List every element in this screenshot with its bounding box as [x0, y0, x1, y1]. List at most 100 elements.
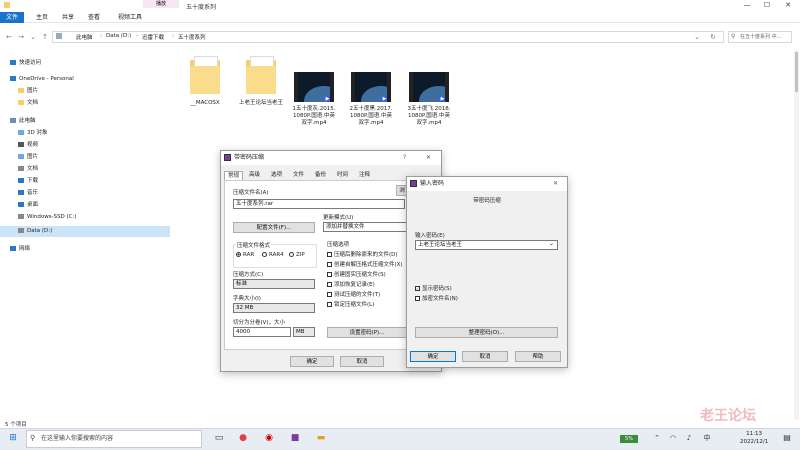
ok-button[interactable]: 确定 — [290, 356, 334, 367]
winrar-icon[interactable]: ■ — [288, 431, 302, 445]
close-button[interactable]: ✕ — [426, 151, 431, 165]
sidebar-item[interactable]: 此电脑 — [0, 116, 170, 127]
breadcrumb-xunlei[interactable]: 迅雷下载 — [142, 33, 164, 41]
cancel-button[interactable]: 取消 — [340, 356, 384, 367]
encrypt-names-checkbox[interactable]: 加密文件名(N) — [415, 294, 458, 302]
sidebar-item-label: 文档 — [27, 166, 39, 172]
play-icon: ▶ — [323, 95, 330, 102]
file-explorer-icon[interactable]: ▬ — [314, 431, 328, 445]
picture-icon — [18, 154, 24, 159]
update-mode-select[interactable]: 添加并替换文件 — [323, 222, 407, 232]
option-checkbox[interactable]: 添加恢复记录(E) — [327, 280, 375, 288]
show-password-checkbox[interactable]: ✓ 显示密码(S) — [415, 284, 452, 292]
sidebar-item[interactable]: 快速访问 — [0, 58, 170, 69]
password-ok-button[interactable]: 确定 — [410, 351, 456, 362]
close-button[interactable]: ✕ — [781, 0, 795, 10]
task-view-icon[interactable]: ▭ — [212, 431, 226, 445]
sidebar-item[interactable]: Data (D:) — [0, 226, 170, 237]
tab-files[interactable]: 文件 — [290, 171, 307, 180]
close-button[interactable]: ✕ — [553, 177, 558, 191]
option-checkbox[interactable]: 锁定压缩文件(L) — [327, 300, 374, 308]
tab-backup[interactable]: 备份 — [312, 171, 329, 180]
tab-share[interactable]: 共享 — [58, 12, 78, 23]
sidebar-item[interactable]: 视频 — [0, 140, 170, 151]
chevron-down-icon[interactable]: ⌄ — [549, 240, 554, 247]
maximize-button[interactable]: ☐ — [760, 0, 774, 10]
breadcrumb-current[interactable]: 五十度系列 — [178, 33, 206, 41]
update-mode-label: 更新模式(U) — [323, 215, 354, 221]
folder-item[interactable]: 上老王论坛当老王 — [239, 50, 283, 107]
dict-select[interactable]: 32 MB — [233, 303, 315, 313]
sidebar-item[interactable]: OneDrive - Personal — [0, 74, 170, 85]
tab-general[interactable]: 常规 — [224, 171, 244, 180]
scrollbar-thumb[interactable] — [795, 52, 798, 92]
taskbar-search-input[interactable]: 在这里输入你要搜索的内容 — [26, 430, 202, 448]
volume-icon[interactable]: ♪ — [682, 431, 696, 445]
sidebar-item[interactable]: 音乐 — [0, 188, 170, 199]
sidebar-item[interactable]: 桌面 — [0, 200, 170, 211]
format-radio-rar4[interactable]: RAR4 — [262, 252, 284, 258]
option-checkbox[interactable]: 创建自解压格式压缩文件(X) — [327, 260, 403, 268]
video-file-item[interactable]: ▶ 1五十度灰.2015.1080P.国语.中英双字.mp4 — [293, 50, 336, 127]
tab-comment[interactable]: 注释 — [356, 171, 373, 180]
breadcrumb-this-pc[interactable]: 此电脑 — [76, 33, 93, 41]
option-label: 添加恢复记录(E) — [334, 282, 375, 288]
battery-indicator[interactable]: 5% — [620, 435, 638, 443]
archive-name-field[interactable]: 五十度系列.rar — [233, 199, 405, 209]
recorder-icon[interactable]: ◉ — [262, 431, 276, 445]
refresh-icon[interactable]: ↻ — [708, 31, 718, 43]
download-icon — [18, 178, 24, 183]
tab-home[interactable]: 主页 — [32, 12, 52, 23]
split-size-input[interactable]: 4000 — [233, 327, 291, 337]
help-button[interactable]: ? — [403, 151, 406, 165]
profiles-button[interactable]: 配置文件(F)... — [233, 222, 315, 233]
sidebar-item[interactable]: 文档 — [0, 98, 170, 109]
address-dropdown-icon[interactable]: ⌄ — [692, 31, 702, 43]
tab-video-tools[interactable]: 视频工具 — [114, 12, 146, 23]
password-cancel-button[interactable]: 取消 — [462, 351, 508, 362]
tab-options[interactable]: 选项 — [268, 171, 285, 180]
sidebar-item[interactable]: 网络 — [0, 244, 170, 255]
tray-chevron-icon[interactable]: ⌃ — [650, 431, 664, 445]
format-radio-zip[interactable]: ZIP — [289, 252, 305, 258]
breadcrumb-data-drive[interactable]: Data (D:) — [106, 33, 131, 39]
sidebar-item[interactable]: Windows-SSD (C:) — [0, 212, 170, 223]
sidebar-item[interactable]: 图片 — [0, 86, 170, 97]
clock[interactable]: 11:13 2022/12/1 — [740, 430, 768, 446]
recent-chevron-icon[interactable]: ⌄ — [28, 31, 38, 43]
sidebar-item[interactable]: 图片 — [0, 152, 170, 163]
video-file-item[interactable]: ▶ 2五十度黑.2017.1080P.国语.中英双字.mp4 — [350, 50, 393, 127]
sidebar-item[interactable]: 下载 — [0, 176, 170, 187]
sidebar-item-label: 图片 — [27, 88, 39, 94]
tab-view[interactable]: 查看 — [84, 12, 104, 23]
sidebar-item[interactable]: 3D 对象 — [0, 128, 170, 139]
option-checkbox[interactable]: 创建固实压缩文件(S) — [327, 270, 386, 278]
format-radio-rar[interactable]: RAR — [236, 252, 254, 258]
set-password-button[interactable]: 设置密码(P)... — [327, 327, 407, 338]
password-help-button[interactable]: 帮助 — [515, 351, 561, 362]
split-unit-select[interactable]: MB — [293, 327, 315, 337]
search-input[interactable]: 在五十度系列 中... — [728, 31, 792, 43]
tab-file[interactable]: 文件 — [0, 12, 24, 23]
option-checkbox[interactable]: 测试压缩的文件(T) — [327, 290, 380, 298]
music-icon — [18, 190, 24, 195]
tab-time[interactable]: 时间 — [334, 171, 351, 180]
notification-icon[interactable]: ▤ — [780, 431, 794, 445]
forward-arrow-icon[interactable]: → — [16, 31, 26, 43]
windows-start-icon[interactable]: ⊞ — [6, 431, 20, 445]
chrome-icon[interactable]: ● — [236, 431, 250, 445]
method-select[interactable]: 标准 — [233, 279, 315, 289]
language-indicator[interactable]: 中 — [700, 431, 714, 445]
video-file-item[interactable]: ▶ 3五十度飞.2018.1080P.国语.中英双字.mp4 — [408, 50, 451, 127]
back-arrow-icon[interactable]: ← — [4, 31, 14, 43]
up-arrow-icon[interactable]: ↑ — [40, 31, 50, 43]
tab-advanced[interactable]: 高级 — [246, 171, 263, 180]
option-checkbox[interactable]: 压缩后删除原来的文件(D) — [327, 250, 398, 258]
organize-passwords-button[interactable]: 整理密码(O)... — [415, 327, 558, 338]
wifi-icon[interactable]: ◠ — [666, 431, 680, 445]
password-input[interactable]: 上老王论坛当老王 — [415, 240, 558, 250]
folder-item[interactable]: __MACOSX — [184, 50, 226, 107]
vertical-scrollbar[interactable] — [794, 50, 799, 420]
minimize-button[interactable]: — — [740, 0, 754, 10]
sidebar-item[interactable]: 文档 — [0, 164, 170, 175]
